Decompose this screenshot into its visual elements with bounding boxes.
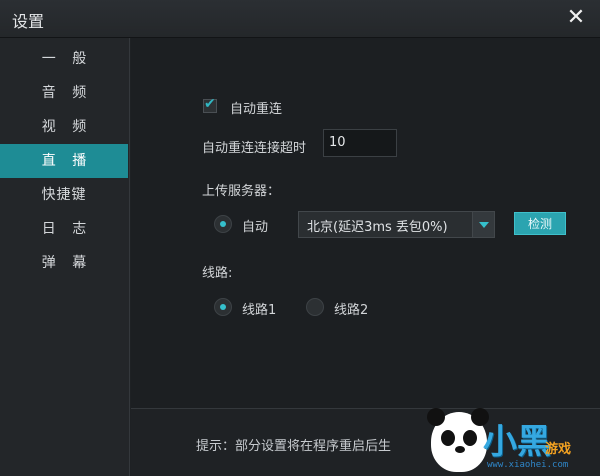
sidebar-item-hotkeys[interactable]: 快捷键 <box>0 178 128 212</box>
site-watermark-logo: 小黑 游戏 www.xiaohei.com <box>425 404 600 476</box>
server-select[interactable]: 北京(延迟3ms 丢包0%) <box>298 211 495 238</box>
reconnect-timeout-input[interactable]: 10 <box>323 129 397 157</box>
sidebar-item-live[interactable]: 直 播 <box>0 144 128 178</box>
watermark-brand: 小黑 <box>483 422 551 462</box>
sidebar-item-general[interactable]: 一 般 <box>0 42 128 76</box>
checkmark-icon: ✔ <box>204 96 216 112</box>
window-title: 设置 <box>12 12 45 31</box>
panda-eye-right <box>463 430 477 446</box>
route-1-label: 线路1 <box>242 303 277 318</box>
panda-ear-left <box>427 408 445 426</box>
auto-reconnect-label: 自动重连 <box>230 102 283 117</box>
restart-hint-text: 提示：部分设置将在程序重启后生 <box>196 439 392 454</box>
sidebar-item-video[interactable]: 视 频 <box>0 110 128 144</box>
sidebar-item-danmaku[interactable]: 弹 幕 <box>0 246 128 280</box>
route-2-radio[interactable] <box>306 298 324 316</box>
panda-nose <box>455 446 465 453</box>
close-icon[interactable]: ✕ <box>564 7 588 31</box>
auto-reconnect-checkbox[interactable]: ✔ <box>203 96 217 113</box>
sidebar-item-log[interactable]: 日 志 <box>0 212 128 246</box>
watermark-sub: 游戏 <box>545 442 572 457</box>
detect-button[interactable]: 检测 <box>514 212 566 235</box>
chevron-down-icon[interactable] <box>472 212 494 237</box>
panda-eye-left <box>441 430 455 446</box>
server-auto-label: 自动 <box>242 220 269 235</box>
route-2-label: 线路2 <box>334 303 369 318</box>
route-label: 线路: <box>202 266 233 281</box>
route-1-radio[interactable] <box>214 298 232 316</box>
sidebar-item-audio[interactable]: 音 频 <box>0 76 128 110</box>
reconnect-timeout-label: 自动重连连接超时 <box>202 141 307 156</box>
server-select-value: 北京(延迟3ms 丢包0%) <box>307 220 448 235</box>
settings-sidebar: 一 般 音 频 视 频 直 播 快捷键 日 志 弹 幕 <box>0 38 130 476</box>
watermark-url: www.xiaohei.com <box>487 460 569 470</box>
upload-server-label: 上传服务器： <box>202 184 281 199</box>
panda-icon <box>427 408 489 472</box>
server-auto-radio[interactable] <box>214 215 232 233</box>
title-bar: 设置 ✕ <box>0 0 600 38</box>
